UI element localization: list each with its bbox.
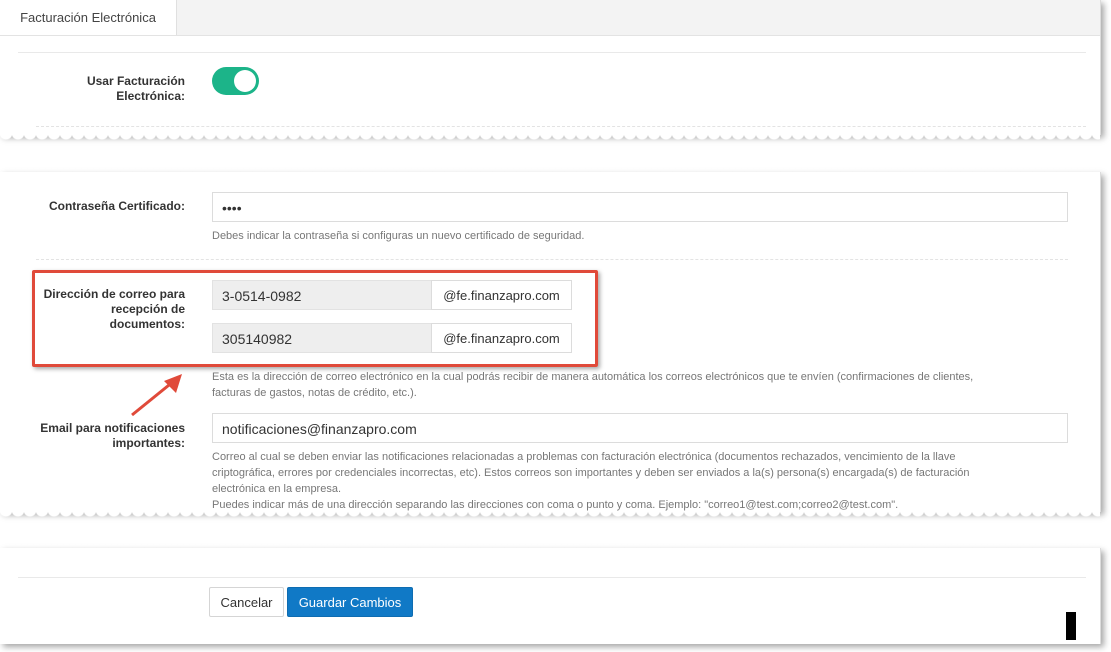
notifications-email-input[interactable]: notificaciones@finanzapro.com — [212, 413, 1068, 443]
settings-panel-bottom — [0, 548, 1101, 644]
tab-bar: Facturación Electrónica — [0, 0, 1100, 36]
divider — [18, 577, 1086, 578]
toggle-knob — [234, 70, 256, 92]
certificate-help: Debes indicar la contraseña si configura… — [212, 230, 585, 242]
notifications-help-line1: Correo al cual se deben enviar las notif… — [212, 451, 956, 463]
toggle-label-line2: Electrónica: — [116, 89, 185, 103]
notifications-help-line4: Puedes indicar más de una dirección sepa… — [212, 499, 899, 511]
notifications-label: Email para notificaciones importantes: — [20, 421, 185, 451]
notifications-help: Correo al cual se deben enviar las notif… — [212, 449, 1072, 513]
reception-help-line1: Esta es la dirección de correo electróni… — [212, 371, 974, 383]
cancel-button[interactable]: Cancelar — [209, 587, 284, 617]
torn-edge — [0, 512, 1100, 522]
tab-facturacion-electronica[interactable]: Facturación Electrónica — [0, 0, 177, 35]
use-einvoice-toggle[interactable] — [212, 67, 259, 95]
divider — [18, 52, 1086, 53]
torn-edge — [0, 162, 1100, 172]
toggle-label-line1: Usar Facturación — [86, 74, 185, 88]
torn-edge — [0, 135, 1100, 145]
notifications-help-line2: criptográfica, errores por credenciales … — [212, 467, 970, 479]
certificate-password-input[interactable]: •••• — [212, 192, 1068, 222]
reception-help-line2: facturas de gastos, notas de crédito, et… — [212, 387, 417, 399]
notifications-help-line3: electrónica en la empresa. — [212, 483, 342, 495]
certificate-label: Contraseña Certificado: — [48, 199, 185, 213]
notifications-label-line2: importantes: — [112, 436, 185, 450]
thumbnail-lines — [1076, 612, 1100, 616]
reception-help: Esta es la dirección de correo electróni… — [212, 369, 1072, 401]
toggle-label: Usar Facturación Electrónica: — [20, 74, 185, 104]
notifications-label-line1: Email para notificaciones — [40, 421, 185, 435]
divider — [36, 126, 1086, 127]
save-changes-button[interactable]: Guardar Cambios — [287, 587, 413, 617]
annotation-arrow-icon — [131, 374, 182, 417]
thumbnail-image — [1066, 612, 1100, 640]
divider — [36, 259, 1068, 260]
annotation-highlight-box — [32, 270, 598, 367]
settings-panel-top: Facturación Electrónica Usar Facturación… — [0, 0, 1101, 135]
torn-edge — [0, 538, 1100, 548]
